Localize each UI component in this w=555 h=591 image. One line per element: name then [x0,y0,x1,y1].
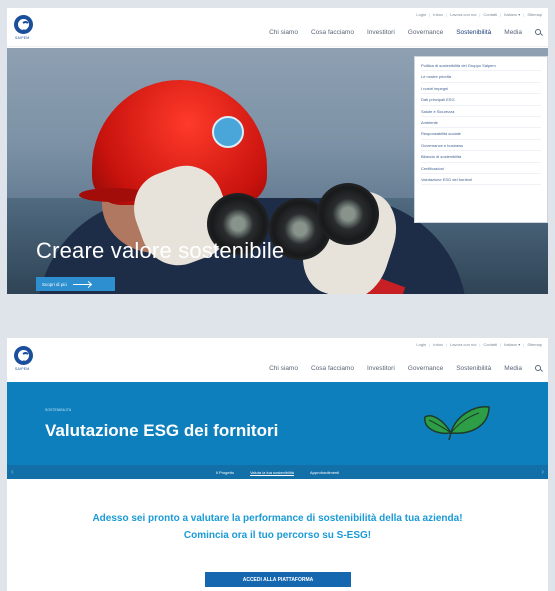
util-link-login[interactable]: Login [416,12,426,17]
nav-item-investitori[interactable]: Investitori [367,29,395,36]
breadcrumb: SOSTENIBILITÀ [45,408,72,412]
search-icon[interactable] [535,365,542,372]
nav-item-cosa-facciamo[interactable]: Cosa facciamo [311,365,354,372]
intro-message-line-1: Adesso sei pronto a valutare la performa… [92,513,463,524]
nav-item-governance[interactable]: Governance [408,29,443,36]
nav-item-sostenibilita[interactable]: Sostenibilità [456,365,491,372]
menu-item-politica[interactable]: Politica di sostenibilità del Gruppo Sai… [421,60,541,72]
main-nav: Chi siamo Cosa facciamo Investitori Gove… [269,365,542,372]
logo-text: SAIPEM [15,36,30,40]
subnav-item-approfondimenti[interactable]: Approfondimenti [310,470,339,475]
menu-item-ambiente[interactable]: Ambiente [421,117,541,129]
intro-message-line-2: Comincia ora il tuo percorso su S-ESG! [183,530,372,541]
nav-item-cosa-facciamo[interactable]: Cosa facciamo [311,29,354,36]
hero-discover-button[interactable]: Scopri di più [36,277,115,291]
nav-item-chi-siamo[interactable]: Chi siamo [269,365,298,372]
sostenibilita-dropdown-menu: Politica di sostenibilità del Gruppo Sai… [414,56,548,223]
logo-icon[interactable] [14,346,33,365]
nav-item-media[interactable]: Media [504,29,522,36]
util-link-sitemap[interactable]: Sitemap [527,12,542,17]
menu-item-governance-business[interactable]: Governance e business [421,140,541,152]
subnav-item-progetto[interactable]: Il Progetto [216,470,234,475]
menu-item-responsabilita-sociale[interactable]: Responsabilità sociale [421,128,541,140]
util-link-inbox[interactable]: Inbox [433,12,443,17]
utility-links: Login | Inbox | Lavora con noi | Contatti | … [416,12,542,17]
section-subnav: Il Progetto Valuta la tua sostenibilità … [7,465,548,479]
page-header-band: SOSTENIBILITÀ Valutazione ESG dei fornit… [7,382,548,479]
hero-helmet-logo [212,116,244,148]
subnav-item-valuta[interactable]: Valuta la tua sostenibilità [250,470,294,475]
menu-item-valutazione-esg[interactable]: Valutazione ESG dei fornitori [421,174,541,186]
logo-icon[interactable] [14,15,33,34]
util-link-careers[interactable]: Lavora con noi [450,12,476,17]
util-link-careers[interactable]: Lavora con noi [450,342,476,347]
menu-item-bilancio[interactable]: Bilancio di sostenibilità [421,151,541,163]
nav-divider [7,46,548,47]
leaf-icon [424,406,490,441]
menu-item-impegni[interactable]: I nostri impegni [421,83,541,95]
menu-item-salute-sicurezza[interactable]: Salute e Sicurezza [421,106,541,117]
access-platform-button[interactable]: ACCEDI ALLA PIATTAFORMA [205,572,351,587]
nav-item-investitori[interactable]: Investitori [367,365,395,372]
hero-title: Creare valore sostenibile [36,238,285,263]
chevron-right-icon[interactable]: › [541,468,544,476]
util-link-contacts[interactable]: Contatti [483,12,497,17]
arrow-right-icon [72,283,91,285]
menu-item-priorita[interactable]: Le nostre priorità [421,71,541,83]
nav-item-media[interactable]: Media [504,365,522,372]
hero-binocular-lens-3 [317,183,379,245]
logo-text: SAIPEM [15,367,30,371]
nav-item-sostenibilita[interactable]: Sostenibilità [456,29,491,36]
util-link-sitemap[interactable]: Sitemap [527,342,542,347]
util-link-login[interactable]: Login [416,342,426,347]
menu-item-certificazioni[interactable]: Certificazioni [421,163,541,174]
language-select[interactable]: Italiano ▾ [504,12,520,17]
nav-item-chi-siamo[interactable]: Chi siamo [269,29,298,36]
page-title: Valutazione ESG dei fornitori [45,421,279,440]
screenshot-valutazione-esg: Login | Inbox | Lavora con noi | Contatti | … [7,338,548,591]
nav-item-governance[interactable]: Governance [408,365,443,372]
search-icon[interactable] [535,29,542,36]
menu-item-dati-esg[interactable]: Dati principali ESG [421,94,541,106]
util-link-inbox[interactable]: Inbox [433,342,443,347]
main-nav: Chi siamo Cosa facciamo Investitori Gove… [269,29,542,36]
utility-links: Login | Inbox | Lavora con noi | Contatti | … [416,342,542,347]
screenshot-sostenibilita-menu: Login | Inbox | Lavora con noi | Contatti | … [7,8,548,294]
language-select[interactable]: Italiano ▾ [504,342,520,347]
hero-button-label: Scopri di più [42,281,67,287]
util-link-contacts[interactable]: Contatti [483,342,497,347]
